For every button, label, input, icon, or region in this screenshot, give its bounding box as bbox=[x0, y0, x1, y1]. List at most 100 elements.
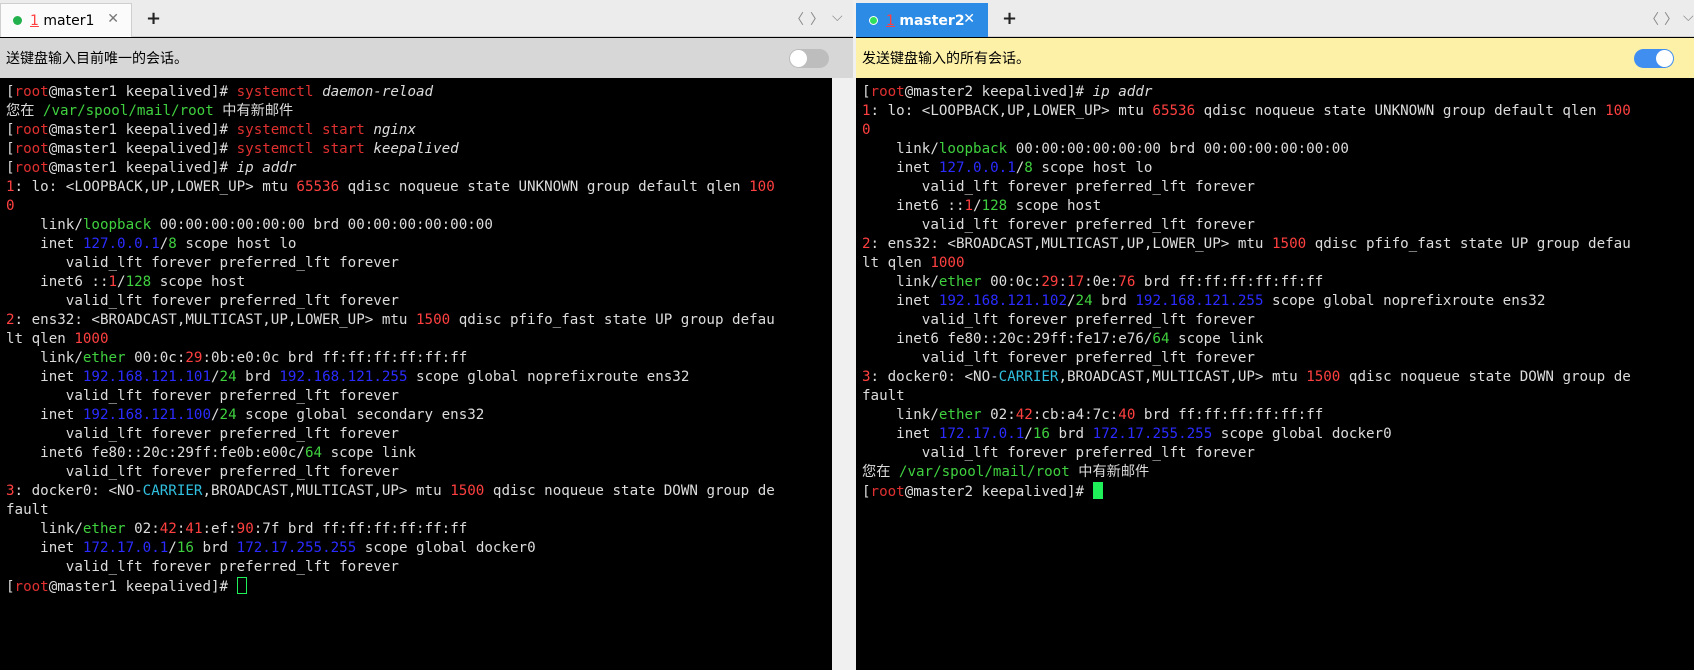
chevron-down-icon[interactable]: ⌵ bbox=[832, 9, 843, 25]
terminal-text: link/ bbox=[6, 350, 83, 366]
terminal-text: qdisc noqueue state UNKNOWN group defaul… bbox=[1195, 103, 1606, 119]
terminal-line: link/ether 02:42:41:ef:90:7f brd ff:ff:f… bbox=[6, 520, 832, 539]
terminal-text: [ bbox=[6, 122, 15, 138]
terminal-text: 76 bbox=[1118, 274, 1136, 290]
terminal-text: systemctl start bbox=[236, 141, 374, 157]
add-tab-icon[interactable]: + bbox=[146, 8, 161, 29]
terminal-text: 1 bbox=[964, 198, 974, 214]
terminal-line: inet6 ::1/128 scope host bbox=[6, 273, 832, 292]
terminal-text: @master1 keepalived]# bbox=[48, 160, 237, 176]
terminal-text: 42 bbox=[1015, 407, 1033, 423]
terminal-text: 90 bbox=[236, 521, 254, 537]
terminal-text: 128 bbox=[981, 198, 1008, 214]
terminal-text: loopback bbox=[82, 217, 152, 233]
terminal-line: valid_lft forever preferred_lft forever bbox=[6, 387, 832, 406]
terminal-text: inet bbox=[6, 407, 83, 423]
terminal-line: lt qlen 1000 bbox=[862, 254, 1694, 273]
vertical-scrollbar[interactable] bbox=[832, 78, 853, 670]
terminal-text: 0 bbox=[862, 122, 871, 138]
toggle-knob bbox=[1656, 50, 1673, 67]
broadcast-text: 发送键盘输入的所有会话。 bbox=[862, 51, 1030, 67]
terminal-line: inet6 ::1/128 scope host bbox=[862, 197, 1694, 216]
chevron-down-icon[interactable]: ⌵ bbox=[1683, 9, 1694, 25]
terminal-text: /var/spool/mail/root bbox=[42, 103, 214, 119]
terminal-text: root bbox=[14, 84, 49, 100]
terminal-line: inet 172.17.0.1/16 brd 172.17.255.255 sc… bbox=[862, 425, 1694, 444]
terminal-text: / bbox=[117, 274, 126, 290]
terminal-text: / bbox=[973, 198, 982, 214]
terminal-line: inet6 fe80::20c:29ff:fe0b:e00c/64 scope … bbox=[6, 444, 832, 463]
terminal-text: / bbox=[211, 407, 220, 423]
terminal-text: inet6 fe80::20c:29ff:fe17:e76/ bbox=[862, 331, 1153, 347]
terminal-text: valid_lft forever preferred_lft forever bbox=[862, 217, 1255, 233]
terminal-text: lt qlen bbox=[6, 331, 75, 347]
toggle-knob bbox=[790, 50, 807, 67]
terminal-line: valid_lft forever preferred_lft forever bbox=[6, 292, 832, 311]
terminal-text: @master1 keepalived]# bbox=[48, 84, 237, 100]
terminal-text: fault bbox=[6, 502, 49, 518]
add-tab-icon[interactable]: + bbox=[1002, 8, 1017, 29]
terminal-text: keepalived bbox=[373, 141, 459, 157]
terminal-text: valid_lft forever preferred_lft forever bbox=[6, 293, 399, 309]
terminal-line: 您在 /var/spool/mail/root 中有新邮件 bbox=[862, 463, 1694, 482]
terminal-text: inet bbox=[862, 160, 939, 176]
terminal-text: root bbox=[14, 141, 49, 157]
terminal-text: 24 bbox=[1075, 293, 1093, 309]
terminal-text: :0b:e0:0c brd ff:ff:ff:ff:ff:ff bbox=[202, 350, 468, 366]
terminal-line: valid_lft forever preferred_lft forever bbox=[862, 216, 1694, 235]
terminal-text: 00:00:00:00:00:00 brd 00:00:00:00:00:00 bbox=[151, 217, 493, 233]
terminal-line: [root@master2 keepalived]# bbox=[862, 482, 1694, 501]
close-icon[interactable]: ✕ bbox=[963, 11, 975, 27]
tab-label: 1 mater1 bbox=[30, 13, 94, 29]
terminal-line: inet 127.0.0.1/8 scope host lo bbox=[6, 235, 832, 254]
terminal-line: inet 192.168.121.100/24 scope global sec… bbox=[6, 406, 832, 425]
terminal-text: 64 bbox=[304, 445, 323, 461]
chevron-right-icon[interactable]: 〉 bbox=[810, 9, 824, 29]
terminal-text: brd ff:ff:ff:ff:ff:ff bbox=[1135, 274, 1324, 290]
terminal-text: scope link bbox=[1169, 331, 1264, 347]
terminal-text: 00:00:00:00:00:00 brd 00:00:00:00:00:00 bbox=[1007, 141, 1349, 157]
terminal-text: ether bbox=[82, 350, 126, 366]
terminal-text: scope link bbox=[322, 445, 417, 461]
terminal-text: : lo: <LOOPBACK,UP,LOWER_UP> mtu bbox=[14, 179, 297, 195]
terminal-text: [ bbox=[6, 160, 15, 176]
terminal-text: @master2 keepalived]# bbox=[904, 84, 1093, 100]
terminal-line: 3: docker0: <NO-CARRIER,BROADCAST,MULTIC… bbox=[862, 368, 1694, 387]
broadcast-toggle[interactable] bbox=[789, 49, 829, 68]
tab-master2[interactable]: 1 master2 ✕ bbox=[856, 3, 988, 37]
broadcast-bar: 发送键盘输入的所有会话。 bbox=[856, 38, 1694, 78]
terminal-text: scope host bbox=[1007, 198, 1102, 214]
terminal-text: brd bbox=[193, 540, 237, 556]
terminal-line: 2: ens32: <BROADCAST,MULTICAST,UP,LOWER_… bbox=[6, 311, 832, 330]
terminal-text: link/ bbox=[6, 521, 83, 537]
terminal-text: 1000 bbox=[930, 255, 965, 271]
terminal-text: root bbox=[14, 122, 49, 138]
close-icon[interactable]: ✕ bbox=[107, 11, 119, 27]
chevron-right-icon[interactable]: 〉 bbox=[1664, 9, 1678, 29]
terminal-line: link/loopback 00:00:00:00:00:00 brd 00:0… bbox=[862, 140, 1694, 159]
terminal-text: inet bbox=[862, 293, 939, 309]
terminal-text: CARRIER bbox=[142, 483, 203, 499]
broadcast-toggle[interactable] bbox=[1634, 49, 1674, 68]
terminal-text: root bbox=[14, 160, 49, 176]
terminal-output[interactable]: [root@master2 keepalived]# ip addr 1: lo:… bbox=[856, 78, 1694, 670]
tab-master1[interactable]: 1 mater1 ✕ bbox=[0, 3, 132, 37]
terminal-text: inet bbox=[6, 236, 83, 252]
terminal-text: inet6 :: bbox=[6, 274, 109, 290]
terminal-text: link/ bbox=[862, 141, 939, 157]
tab-name: mater1 bbox=[43, 12, 95, 29]
terminal-line: valid_lft forever preferred_lft forever bbox=[6, 558, 832, 577]
terminal-text: : ens32: <BROADCAST,MULTICAST,UP,LOWER_U… bbox=[14, 312, 417, 328]
chevron-left-icon[interactable]: 〈 bbox=[1645, 9, 1659, 29]
terminal-text: link/ bbox=[862, 274, 939, 290]
terminal-output[interactable]: [root@master1 keepalived]# systemctl dae… bbox=[0, 78, 832, 670]
chevron-left-icon[interactable]: 〈 bbox=[790, 9, 804, 29]
terminal-text: ether bbox=[82, 521, 126, 537]
terminal-line: inet6 fe80::20c:29ff:fe17:e76/64 scope l… bbox=[862, 330, 1694, 349]
terminal-text: brd bbox=[236, 369, 280, 385]
terminal-text: 127.0.0.1 bbox=[82, 236, 160, 252]
terminal-line: link/ether 00:0c:29:17:0e:76 brd ff:ff:f… bbox=[862, 273, 1694, 292]
terminal-text: 3 bbox=[862, 369, 871, 385]
terminal-line: link/loopback 00:00:00:00:00:00 brd 00:0… bbox=[6, 216, 832, 235]
terminal-text: @master1 keepalived]# bbox=[48, 122, 237, 138]
